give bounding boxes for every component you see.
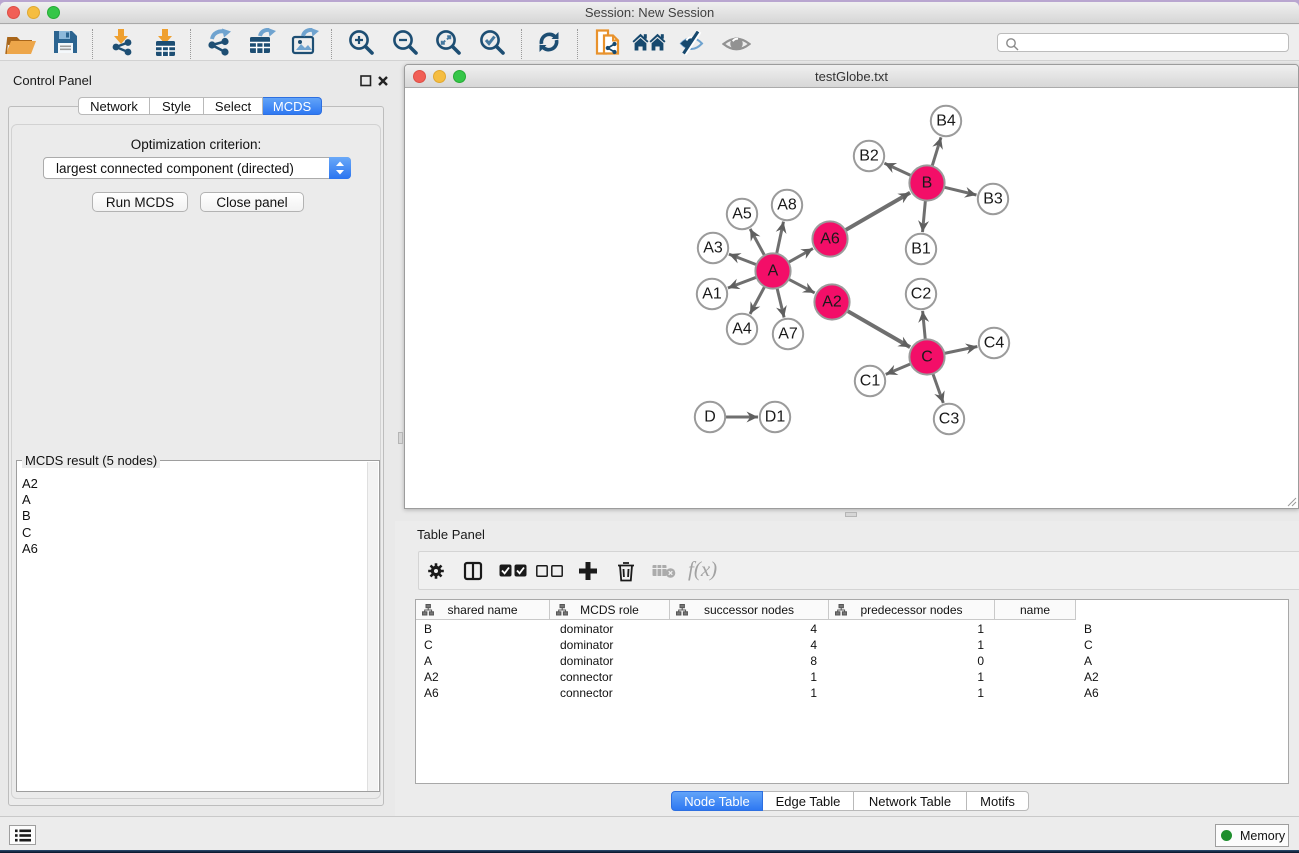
svg-text:C1: C1 — [860, 373, 881, 390]
svg-text:D1: D1 — [765, 409, 786, 426]
svg-text:A5: A5 — [732, 206, 752, 223]
svg-text:A6: A6 — [820, 231, 840, 248]
svg-text:D: D — [704, 409, 716, 426]
svg-text:B4: B4 — [936, 113, 956, 130]
svg-text:C4: C4 — [984, 335, 1005, 352]
svg-text:B1: B1 — [911, 241, 931, 258]
svg-text:A7: A7 — [778, 326, 798, 343]
svg-text:B: B — [922, 175, 933, 192]
svg-text:A3: A3 — [703, 240, 723, 257]
svg-text:A4: A4 — [732, 321, 752, 338]
svg-text:B3: B3 — [983, 191, 1003, 208]
svg-text:C2: C2 — [911, 286, 932, 303]
svg-text:C: C — [921, 349, 933, 366]
svg-text:A2: A2 — [822, 294, 842, 311]
svg-text:A8: A8 — [777, 197, 797, 214]
svg-text:A1: A1 — [702, 286, 722, 303]
svg-text:A: A — [768, 263, 779, 280]
svg-text:C3: C3 — [939, 411, 960, 428]
svg-text:B2: B2 — [859, 148, 879, 165]
